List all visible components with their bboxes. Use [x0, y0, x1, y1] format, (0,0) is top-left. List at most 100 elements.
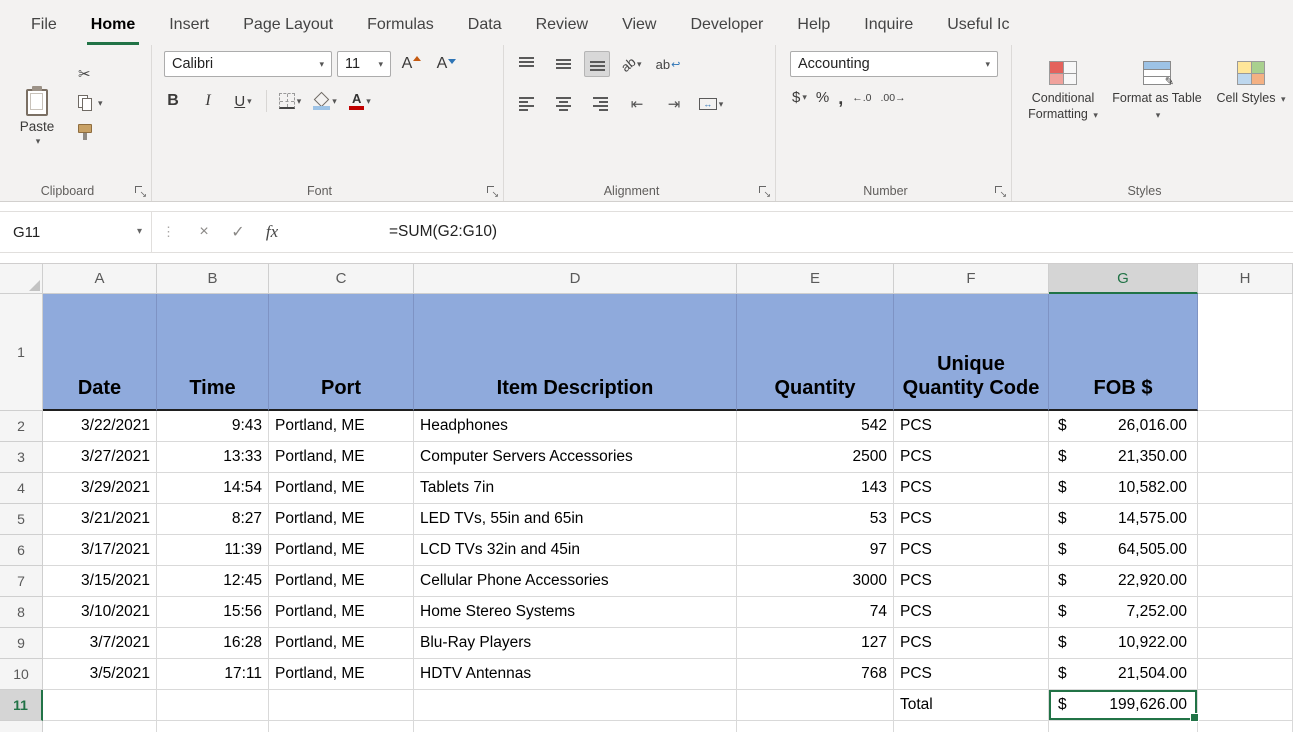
row-header-3[interactable]: 3	[0, 442, 43, 473]
cell-g4[interactable]: $10,582.00	[1049, 473, 1198, 504]
cell-f9[interactable]: PCS	[894, 628, 1049, 659]
column-header-e[interactable]: E	[737, 264, 894, 294]
row-header-11[interactable]: 11	[0, 690, 43, 721]
column-header-d[interactable]: D	[414, 264, 737, 294]
cell-b1[interactable]: Time	[157, 294, 269, 411]
cell-g6[interactable]: $64,505.00	[1049, 535, 1198, 566]
cell-b6[interactable]: 11:39	[157, 535, 269, 566]
cell-f1[interactable]: Unique Quantity Code	[894, 294, 1049, 411]
cell-e10[interactable]: 768	[737, 659, 894, 690]
cell-b4[interactable]: 14:54	[157, 473, 269, 504]
cell-a4[interactable]: 3/29/2021	[43, 473, 157, 504]
cell-c8[interactable]: Portland, ME	[269, 597, 414, 628]
cell-f7[interactable]: PCS	[894, 566, 1049, 597]
cell-a8[interactable]: 3/10/2021	[43, 597, 157, 628]
cell-e2[interactable]: 542	[737, 411, 894, 442]
align-bottom-button[interactable]	[584, 51, 610, 77]
grow-font-button[interactable]: A	[396, 52, 426, 76]
cell-d6[interactable]: LCD TVs 32in and 45in	[414, 535, 737, 566]
cell-g8[interactable]: $7,252.00	[1049, 597, 1198, 628]
cell-f11-total-label[interactable]: Total	[894, 690, 1049, 721]
cell-h1[interactable]	[1198, 294, 1293, 411]
cell-h10[interactable]	[1198, 659, 1293, 690]
merge-center-button[interactable]: ↔ ▾	[695, 91, 727, 117]
tab-developer[interactable]: Developer	[673, 5, 780, 45]
select-all-corner[interactable]	[0, 264, 43, 294]
cell-a5[interactable]: 3/21/2021	[43, 504, 157, 535]
underline-button[interactable]: U ▾	[228, 89, 258, 113]
cell-b12[interactable]	[157, 721, 269, 732]
cell-d11[interactable]	[414, 690, 737, 721]
insert-function-button[interactable]: fx	[255, 212, 289, 252]
cell-e7[interactable]: 3000	[737, 566, 894, 597]
cell-e6[interactable]: 97	[737, 535, 894, 566]
column-header-a[interactable]: A	[43, 264, 157, 294]
fill-handle[interactable]	[1190, 713, 1199, 722]
orientation-button[interactable]: ab ▾	[615, 51, 647, 77]
cell-g1[interactable]: FOB $	[1049, 294, 1198, 411]
copy-button[interactable]: ▾	[76, 92, 105, 114]
cell-h7[interactable]	[1198, 566, 1293, 597]
cell-f12[interactable]	[894, 721, 1049, 732]
tab-page-layout[interactable]: Page Layout	[226, 5, 350, 45]
fill-color-button[interactable]: ▾	[310, 89, 340, 113]
font-name-select[interactable]: Calibri ▾	[164, 51, 332, 77]
cell-e8[interactable]: 74	[737, 597, 894, 628]
cell-g12[interactable]	[1049, 721, 1198, 732]
cell-h11[interactable]	[1198, 690, 1293, 721]
align-center-button[interactable]	[547, 91, 579, 117]
increase-decimal-button[interactable]: ←.0	[852, 92, 871, 104]
cell-c12[interactable]	[269, 721, 414, 732]
cell-h9[interactable]	[1198, 628, 1293, 659]
row-header-9[interactable]: 9	[0, 628, 43, 659]
cell-d10[interactable]: HDTV Antennas	[414, 659, 737, 690]
row-header-1[interactable]: 1	[0, 294, 43, 411]
cell-a3[interactable]: 3/27/2021	[43, 442, 157, 473]
cell-f8[interactable]: PCS	[894, 597, 1049, 628]
number-format-select[interactable]: Accounting ▾	[790, 51, 998, 77]
cell-h2[interactable]	[1198, 411, 1293, 442]
cell-g7[interactable]: $22,920.00	[1049, 566, 1198, 597]
cell-c11[interactable]	[269, 690, 414, 721]
cell-d2[interactable]: Headphones	[414, 411, 737, 442]
cell-e5[interactable]: 53	[737, 504, 894, 535]
conditional-formatting-button[interactable]: Conditional Formatting ▾	[1018, 51, 1108, 178]
tab-useful-ic[interactable]: Useful Ic	[930, 5, 1026, 45]
cell-g2[interactable]: $26,016.00	[1049, 411, 1198, 442]
column-header-b[interactable]: B	[157, 264, 269, 294]
alignment-dialog-launcher-icon[interactable]	[758, 185, 771, 198]
cell-a12[interactable]	[43, 721, 157, 732]
cell-styles-button[interactable]: Cell Styles ▾	[1206, 51, 1293, 178]
cell-a9[interactable]: 3/7/2021	[43, 628, 157, 659]
cell-b7[interactable]: 12:45	[157, 566, 269, 597]
accounting-format-button[interactable]: $ ▾	[792, 89, 807, 106]
column-header-f[interactable]: F	[894, 264, 1049, 294]
decrease-indent-button[interactable]: ⇤	[621, 91, 653, 117]
cell-h8[interactable]	[1198, 597, 1293, 628]
cell-c10[interactable]: Portland, ME	[269, 659, 414, 690]
cell-e11[interactable]	[737, 690, 894, 721]
cell-c6[interactable]: Portland, ME	[269, 535, 414, 566]
cancel-button[interactable]: ×	[187, 212, 221, 252]
cell-g9[interactable]: $10,922.00	[1049, 628, 1198, 659]
clipboard-dialog-launcher-icon[interactable]	[134, 185, 147, 198]
align-left-button[interactable]	[510, 91, 542, 117]
row-header-2[interactable]: 2	[0, 411, 43, 442]
enter-button[interactable]: ✓	[221, 212, 255, 252]
paste-button[interactable]: Paste ▾	[6, 51, 68, 178]
cell-e3[interactable]: 2500	[737, 442, 894, 473]
column-header-g[interactable]: G	[1049, 264, 1198, 294]
shrink-font-button[interactable]: A	[431, 52, 461, 76]
cell-f2[interactable]: PCS	[894, 411, 1049, 442]
cell-e1[interactable]: Quantity	[737, 294, 894, 411]
cell-a1[interactable]: Date	[43, 294, 157, 411]
row-header-6[interactable]: 6	[0, 535, 43, 566]
cell-b9[interactable]: 16:28	[157, 628, 269, 659]
borders-button[interactable]: ▾	[275, 89, 305, 113]
tab-insert[interactable]: Insert	[152, 5, 226, 45]
font-dialog-launcher-icon[interactable]	[486, 185, 499, 198]
decrease-decimal-button[interactable]: .00→	[881, 92, 906, 104]
name-box[interactable]: G11 ▾	[0, 212, 152, 252]
cell-d3[interactable]: Computer Servers Accessories	[414, 442, 737, 473]
cell-b11[interactable]	[157, 690, 269, 721]
